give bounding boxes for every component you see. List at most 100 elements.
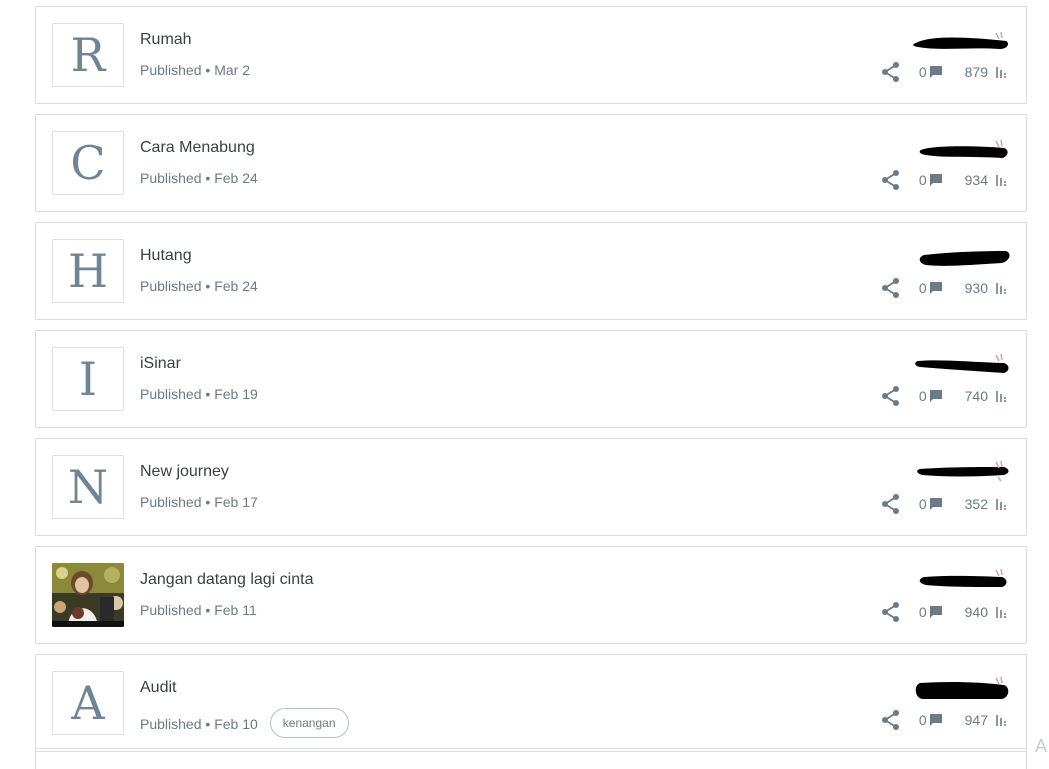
bar-chart-icon bbox=[996, 606, 1008, 618]
status-text: Published bbox=[140, 62, 202, 78]
comment-icon bbox=[929, 65, 943, 79]
thumbnail-letter: H bbox=[68, 248, 108, 294]
post-stats: 0 879 bbox=[879, 61, 1008, 83]
post-stats: 0 947 bbox=[879, 709, 1008, 731]
post-thumbnail-image bbox=[52, 563, 124, 627]
separator: • bbox=[202, 62, 215, 78]
share-icon[interactable] bbox=[879, 168, 903, 192]
comments-count: 0 bbox=[919, 712, 927, 728]
redacted-author bbox=[910, 461, 1010, 483]
corner-letter: A bbox=[1035, 736, 1049, 757]
redacted-author bbox=[910, 677, 1010, 699]
separator: • bbox=[202, 602, 215, 618]
post-title[interactable]: Jangan datang lagi cinta bbox=[140, 571, 313, 589]
post-status: Published • Feb 24 bbox=[140, 170, 258, 186]
post-title[interactable]: Rumah bbox=[140, 31, 192, 49]
post-stats: 0 352 bbox=[879, 493, 1008, 515]
separator: • bbox=[202, 278, 215, 294]
publish-date: Mar 2 bbox=[214, 62, 250, 78]
thumbnail-letter: I bbox=[79, 356, 97, 402]
post-title[interactable]: Cara Menabung bbox=[140, 139, 255, 157]
status-text: Published bbox=[140, 494, 202, 510]
post-list: R Rumah Published • Mar 2 0 879 C Cara M… bbox=[35, 6, 1027, 762]
thumbnail-letter: A bbox=[71, 680, 104, 726]
post-status: Published • Feb 19 bbox=[140, 386, 258, 402]
bar-chart-icon bbox=[996, 282, 1008, 294]
post-thumbnail: R bbox=[52, 23, 124, 87]
post-title[interactable]: Audit bbox=[140, 679, 176, 697]
next-post-row-partial bbox=[35, 748, 1027, 769]
share-icon[interactable] bbox=[879, 60, 903, 84]
comment-icon bbox=[929, 281, 943, 295]
redacted-author bbox=[910, 353, 1010, 375]
views-count: 940 bbox=[965, 604, 988, 620]
post-status: Published • Feb 10 kenangan bbox=[140, 710, 349, 738]
post-row[interactable]: H Hutang Published • Feb 24 0 930 bbox=[35, 222, 1027, 320]
photo-thumbnail bbox=[52, 563, 124, 627]
redacted-author bbox=[910, 137, 1010, 159]
thumbnail-letter: N bbox=[68, 464, 108, 510]
post-thumbnail: I bbox=[52, 347, 124, 411]
comments-count: 0 bbox=[919, 280, 927, 296]
post-row[interactable]: R Rumah Published • Mar 2 0 879 bbox=[35, 6, 1027, 104]
post-row[interactable]: C Cara Menabung Published • Feb 24 0 934 bbox=[35, 114, 1027, 212]
bar-chart-icon bbox=[996, 498, 1008, 510]
bar-chart-icon bbox=[996, 714, 1008, 726]
post-status: Published • Mar 2 bbox=[140, 62, 250, 78]
views-count: 947 bbox=[965, 712, 988, 728]
views-count: 934 bbox=[965, 172, 988, 188]
post-stats: 0 740 bbox=[879, 385, 1008, 407]
status-text: Published bbox=[140, 278, 202, 294]
comments-count: 0 bbox=[919, 388, 927, 404]
post-row[interactable]: I iSinar Published • Feb 19 0 740 bbox=[35, 330, 1027, 428]
separator: • bbox=[202, 386, 215, 402]
bar-chart-icon bbox=[996, 66, 1008, 78]
post-stats: 0 940 bbox=[879, 601, 1008, 623]
redacted-author bbox=[910, 245, 1010, 267]
comment-icon bbox=[929, 605, 943, 619]
separator: • bbox=[202, 716, 215, 732]
views-count: 930 bbox=[965, 280, 988, 296]
post-thumbnail: A bbox=[52, 671, 124, 735]
thumbnail-letter: R bbox=[71, 32, 106, 78]
comment-icon bbox=[929, 389, 943, 403]
post-row[interactable]: Jangan datang lagi cinta Published • Feb… bbox=[35, 546, 1027, 644]
post-thumbnail: N bbox=[52, 455, 124, 519]
share-icon[interactable] bbox=[879, 276, 903, 300]
post-label-chip[interactable]: kenangan bbox=[270, 708, 349, 738]
comment-icon bbox=[929, 713, 943, 727]
post-status: Published • Feb 24 bbox=[140, 278, 258, 294]
post-title[interactable]: Hutang bbox=[140, 247, 192, 265]
thumbnail-letter: C bbox=[70, 140, 105, 186]
post-row[interactable]: A Audit Published • Feb 10 kenangan 0 94… bbox=[35, 654, 1027, 752]
status-text: Published bbox=[140, 602, 202, 618]
publish-date: Feb 11 bbox=[214, 602, 257, 618]
share-icon[interactable] bbox=[879, 492, 903, 516]
views-count: 740 bbox=[965, 388, 988, 404]
post-stats: 0 934 bbox=[879, 169, 1008, 191]
separator: • bbox=[202, 170, 215, 186]
comments-count: 0 bbox=[919, 64, 927, 80]
post-title[interactable]: iSinar bbox=[140, 355, 181, 373]
comment-icon bbox=[929, 173, 943, 187]
views-count: 352 bbox=[965, 496, 988, 512]
post-title[interactable]: New journey bbox=[140, 463, 229, 481]
post-row[interactable]: N New journey Published • Feb 17 0 352 bbox=[35, 438, 1027, 536]
comment-icon bbox=[929, 497, 943, 511]
publish-date: Feb 19 bbox=[214, 386, 258, 402]
redacted-author bbox=[910, 569, 1010, 591]
share-icon[interactable] bbox=[879, 384, 903, 408]
publish-date: Feb 24 bbox=[214, 170, 258, 186]
share-icon[interactable] bbox=[879, 600, 903, 624]
comments-count: 0 bbox=[919, 172, 927, 188]
publish-date: Feb 10 bbox=[214, 716, 258, 732]
status-text: Published bbox=[140, 170, 202, 186]
post-thumbnail: C bbox=[52, 131, 124, 195]
publish-date: Feb 17 bbox=[214, 494, 258, 510]
separator: • bbox=[202, 494, 215, 510]
post-status: Published • Feb 17 bbox=[140, 494, 258, 510]
status-text: Published bbox=[140, 386, 202, 402]
post-thumbnail: H bbox=[52, 239, 124, 303]
share-icon[interactable] bbox=[879, 708, 903, 732]
status-text: Published bbox=[140, 716, 202, 732]
